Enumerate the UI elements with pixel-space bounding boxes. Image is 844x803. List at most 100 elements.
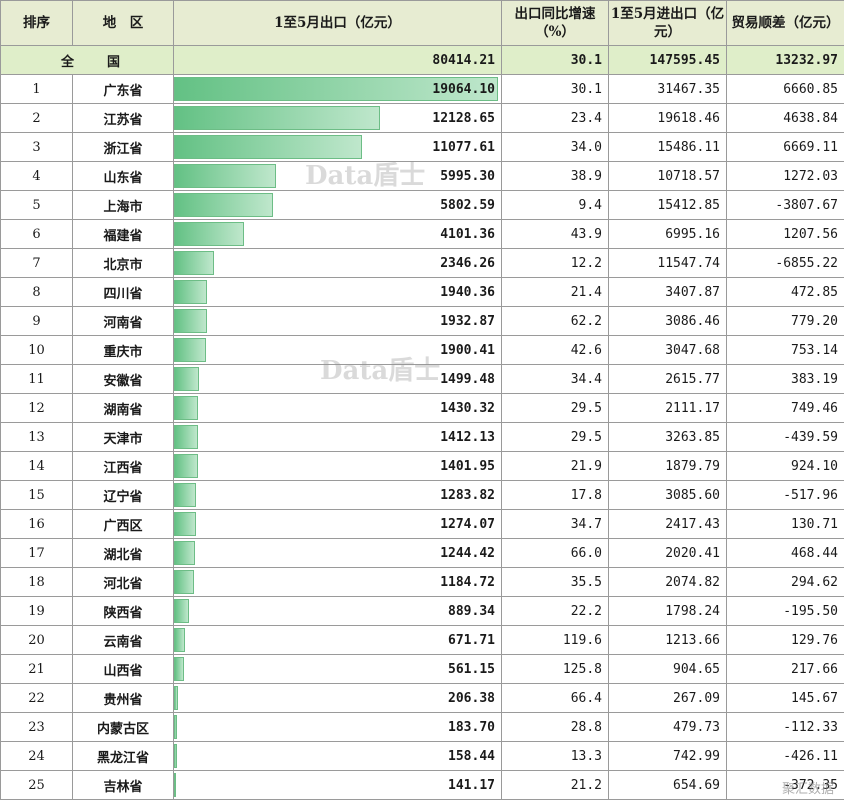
region-cell: 江西省 (72, 451, 174, 481)
national-label: 全 国 (0, 45, 174, 75)
export-value: 5802.59 (440, 197, 495, 213)
total-trade-cell: 19618.46 (608, 103, 727, 133)
rank-cell: 12 (0, 393, 73, 423)
header-export: 1至5月出口（亿元） (173, 0, 502, 46)
total-trade-cell: 2074.82 (608, 567, 727, 597)
export-value: 1244.42 (440, 545, 495, 561)
export-cell: 2346.26 (173, 248, 502, 278)
table-row: 2 江苏省 12128.65 23.4 19618.46 4638.84 (0, 103, 844, 133)
export-value: 1940.36 (440, 284, 495, 300)
export-growth-cell: 119.6 (501, 625, 609, 655)
export-growth-cell: 125.8 (501, 654, 609, 684)
total-trade-cell: 479.73 (608, 712, 727, 742)
table-row: 14 江西省 1401.95 21.9 1879.79 924.10 (0, 451, 844, 481)
rank-cell: 3 (0, 132, 73, 162)
export-cell: 206.38 (173, 683, 502, 713)
export-value: 19064.10 (432, 81, 495, 97)
total-trade-cell: 3263.85 (608, 422, 727, 452)
table-row: 15 辽宁省 1283.82 17.8 3085.60 -517.96 (0, 480, 844, 510)
export-growth-cell: 35.5 (501, 567, 609, 597)
export-value: 4101.36 (440, 226, 495, 242)
region-cell: 浙江省 (72, 132, 174, 162)
national-growth: 30.1 (501, 45, 609, 75)
table-row: 20 云南省 671.71 119.6 1213.66 129.76 (0, 625, 844, 655)
rank-cell: 23 (0, 712, 73, 742)
rank-cell: 7 (0, 248, 73, 278)
rank-cell: 8 (0, 277, 73, 307)
trade-surplus-cell: -112.33 (726, 712, 844, 742)
export-cell: 671.71 (173, 625, 502, 655)
export-growth-cell: 29.5 (501, 393, 609, 423)
region-cell: 广东省 (72, 74, 174, 104)
trade-surplus-cell: 6660.85 (726, 74, 844, 104)
export-cell: 5995.30 (173, 161, 502, 191)
trade-surplus-cell: -439.59 (726, 422, 844, 452)
region-cell: 吉林省 (72, 770, 174, 800)
table-row: 3 浙江省 11077.61 34.0 15486.11 6669.11 (0, 132, 844, 162)
trade-surplus-cell: 383.19 (726, 364, 844, 394)
export-cell: 158.44 (173, 741, 502, 771)
trade-surplus-cell: -3807.67 (726, 190, 844, 220)
export-cell: 19064.10 (173, 74, 502, 104)
trade-surplus-cell: 4638.84 (726, 103, 844, 133)
export-growth-cell: 34.7 (501, 509, 609, 539)
rank-cell: 11 (0, 364, 73, 394)
export-growth-cell: 28.8 (501, 712, 609, 742)
export-growth-cell: 21.9 (501, 451, 609, 481)
export-cell: 1283.82 (173, 480, 502, 510)
region-cell: 黑龙江省 (72, 741, 174, 771)
export-growth-cell: 29.5 (501, 422, 609, 452)
export-growth-cell: 9.4 (501, 190, 609, 220)
provincial-trade-table: 排序 地 区 1至5月出口（亿元） 出口同比增速（%） 1至5月进出口（亿元） … (0, 0, 844, 800)
trade-surplus-cell: -195.50 (726, 596, 844, 626)
table-row: 25 吉林省 141.17 21.2 654.69 -372.35 (0, 770, 844, 800)
table-row: 7 北京市 2346.26 12.2 11547.74 -6855.22 (0, 248, 844, 278)
rank-cell: 22 (0, 683, 73, 713)
rank-cell: 13 (0, 422, 73, 452)
total-trade-cell: 904.65 (608, 654, 727, 684)
export-growth-cell: 21.2 (501, 770, 609, 800)
total-trade-cell: 6995.16 (608, 219, 727, 249)
region-cell: 北京市 (72, 248, 174, 278)
export-cell: 1401.95 (173, 451, 502, 481)
total-trade-cell: 3086.46 (608, 306, 727, 336)
export-value: 11077.61 (432, 139, 495, 155)
region-cell: 四川省 (72, 277, 174, 307)
rank-cell: 5 (0, 190, 73, 220)
total-trade-cell: 654.69 (608, 770, 727, 800)
table-row: 22 贵州省 206.38 66.4 267.09 145.67 (0, 683, 844, 713)
region-cell: 天津市 (72, 422, 174, 452)
export-value: 1274.07 (440, 516, 495, 532)
trade-surplus-cell: 472.85 (726, 277, 844, 307)
total-trade-cell: 15412.85 (608, 190, 727, 220)
region-cell: 云南省 (72, 625, 174, 655)
region-cell: 山西省 (72, 654, 174, 684)
total-trade-cell: 3085.60 (608, 480, 727, 510)
rank-cell: 1 (0, 74, 73, 104)
region-cell: 河北省 (72, 567, 174, 597)
export-growth-cell: 23.4 (501, 103, 609, 133)
table-row: 23 内蒙古区 183.70 28.8 479.73 -112.33 (0, 712, 844, 742)
export-cell: 561.15 (173, 654, 502, 684)
total-trade-cell: 1213.66 (608, 625, 727, 655)
export-cell: 889.34 (173, 596, 502, 626)
region-cell: 辽宁省 (72, 480, 174, 510)
table-row: 16 广西区 1274.07 34.7 2417.43 130.71 (0, 509, 844, 539)
rank-cell: 24 (0, 741, 73, 771)
trade-surplus-cell: 1272.03 (726, 161, 844, 191)
total-trade-cell: 11547.74 (608, 248, 727, 278)
export-growth-cell: 42.6 (501, 335, 609, 365)
table-row: 4 山东省 5995.30 38.9 10718.57 1272.03 (0, 161, 844, 191)
trade-surplus-cell: 6669.11 (726, 132, 844, 162)
table-row: 13 天津市 1412.13 29.5 3263.85 -439.59 (0, 422, 844, 452)
table-row: 1 广东省 19064.10 30.1 31467.35 6660.85 (0, 74, 844, 104)
region-cell: 内蒙古区 (72, 712, 174, 742)
export-value: 561.15 (448, 661, 495, 677)
export-value: 671.71 (448, 632, 495, 648)
export-cell: 183.70 (173, 712, 502, 742)
header-export-growth: 出口同比增速（%） (501, 0, 609, 46)
rank-cell: 20 (0, 625, 73, 655)
table-row: 12 湖南省 1430.32 29.5 2111.17 749.46 (0, 393, 844, 423)
total-trade-cell: 10718.57 (608, 161, 727, 191)
export-growth-cell: 62.2 (501, 306, 609, 336)
